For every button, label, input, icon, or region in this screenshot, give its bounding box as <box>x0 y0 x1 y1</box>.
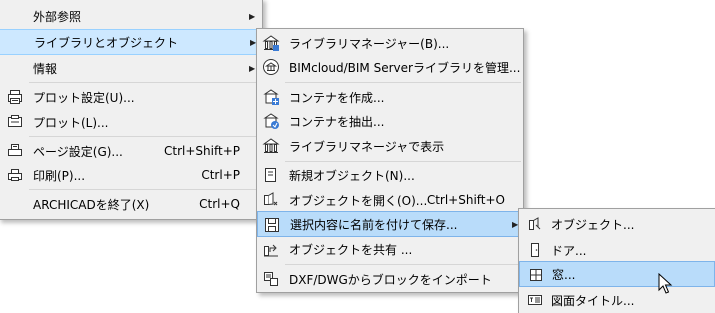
submenu-arrow-icon: ▶ <box>249 11 256 21</box>
open-object-icon <box>262 191 280 209</box>
menu-item-save-as-object[interactable]: オブジェクト... <box>519 211 715 237</box>
menu-item-shortcut: Ctrl+Q <box>199 197 240 211</box>
menu-item-label: オブジェクトを開く(O)... <box>289 193 428 208</box>
save-as-submenu: オブジェクト... ドア... 窓... 図面タイトル... <box>518 208 715 313</box>
menu-item-info[interactable]: 情報 ▶ <box>0 55 262 81</box>
drawing-title-icon <box>526 291 544 309</box>
main-dropdown-menu: 外部参照 ▶ ライブラリとオブジェクト ▶ 情報 ▶ プロット設定(U)... … <box>0 0 263 220</box>
page-setup-icon <box>6 142 24 160</box>
menu-separator <box>29 82 258 83</box>
menu-item-shortcut: Ctrl+Shift+O <box>426 193 505 207</box>
menu-item-quit[interactable]: ARCHICADを終了(X) Ctrl+Q <box>0 191 262 217</box>
menu-item-label: 外部参照 <box>33 9 82 24</box>
menu-item-page-setup[interactable]: ページ設定(G)... Ctrl+Shift+P <box>0 138 262 164</box>
menu-separator <box>285 82 521 83</box>
menu-item-save-as-drawing-title[interactable]: 図面タイトル... <box>519 287 715 313</box>
menu-item-label: プロット(L)... <box>33 115 109 130</box>
submenu-arrow-icon: ▶ <box>249 63 256 73</box>
menu-item-label: 新規オブジェクト(N)... <box>289 168 415 183</box>
menu-item-print[interactable]: 印刷(P)... Ctrl+P <box>0 162 262 188</box>
menu-separator <box>29 189 258 190</box>
menu-item-plot[interactable]: プロット(L)... <box>0 109 262 135</box>
new-object-icon <box>262 166 280 184</box>
printer-icon <box>6 166 24 184</box>
menu-item-save-selection-as[interactable]: 選択内容に名前を付けて保存... ▶ <box>257 211 523 237</box>
bimcloud-library-icon <box>262 58 280 76</box>
menu-item-library-manager[interactable]: ライブラリマネージャー(B)... <box>257 30 523 56</box>
menu-item-external-reference[interactable]: 外部参照 ▶ <box>0 3 262 29</box>
import-block-icon <box>262 270 280 288</box>
door-icon <box>526 241 544 259</box>
menu-item-save-as-window[interactable]: 窓... <box>519 261 715 287</box>
show-in-library-manager-icon <box>262 137 280 155</box>
menu-separator <box>285 264 521 265</box>
menu-item-label: DXF/DWGからブロックをインポート <box>289 272 492 287</box>
library-manager-icon <box>262 34 280 52</box>
menu-item-shortcut: Ctrl+Shift+P <box>164 144 240 158</box>
menu-item-label: コンテナを抽出... <box>289 114 385 129</box>
menu-item-label: ARCHICADを終了(X) <box>33 197 150 212</box>
plot-setup-icon <box>6 88 24 106</box>
window-icon <box>527 266 545 284</box>
menu-item-label: オブジェクトを共有 ... <box>289 242 413 257</box>
menu-item-label: 図面タイトル... <box>551 293 635 308</box>
menu-item-label: BIMcloud/BIM Serverライブラリを管理... <box>289 60 521 75</box>
library-submenu: ライブラリマネージャー(B)... BIMcloud/BIM Serverライブ… <box>256 28 524 293</box>
menu-item-label: 選択内容に名前を付けて保存... <box>290 217 458 232</box>
object-icon <box>526 215 544 233</box>
menu-item-plot-setup[interactable]: プロット設定(U)... <box>0 84 262 110</box>
menu-item-import-block[interactable]: DXF/DWGからブロックをインポート <box>257 266 523 292</box>
menu-item-save-as-door[interactable]: ドア... <box>519 237 715 263</box>
menu-item-label: 窓... <box>552 267 576 282</box>
save-as-icon <box>263 216 281 234</box>
menu-item-label: オブジェクト... <box>551 217 635 232</box>
menu-item-share-object[interactable]: オブジェクトを共有 ... <box>257 236 523 262</box>
menu-item-new-object[interactable]: 新規オブジェクト(N)... <box>257 162 523 188</box>
menu-separator <box>29 136 258 137</box>
menu-item-label: ページ設定(G)... <box>33 144 123 159</box>
menu-item-label: コンテナを作成... <box>289 90 385 105</box>
menu-item-open-object[interactable]: オブジェクトを開く(O)... Ctrl+Shift+O <box>257 187 523 213</box>
menu-item-label: ライブラリマネージャー(B)... <box>289 36 450 51</box>
menu-item-create-container[interactable]: コンテナを作成... <box>257 84 523 110</box>
menu-item-label: ライブラリとオブジェクト <box>34 35 179 50</box>
create-container-icon <box>262 88 280 106</box>
menu-item-library-and-objects[interactable]: ライブラリとオブジェクト ▶ <box>0 29 262 55</box>
share-object-icon <box>262 240 280 258</box>
menu-item-bimcloud-library[interactable]: BIMcloud/BIM Serverライブラリを管理... <box>257 54 523 80</box>
menu-item-label: 情報 <box>33 61 58 76</box>
plotter-icon <box>6 113 24 131</box>
menu-item-label: プロット設定(U)... <box>33 90 135 105</box>
menu-item-shortcut: Ctrl+P <box>201 168 240 182</box>
menu-item-label: ドア... <box>551 243 587 258</box>
menu-item-show-in-library-manager[interactable]: ライブラリマネージャで表示 <box>257 133 523 159</box>
menu-item-label: 印刷(P)... <box>33 168 86 183</box>
menu-item-label: ライブラリマネージャで表示 <box>289 139 445 154</box>
mouse-cursor-icon <box>658 273 674 295</box>
menu-item-extract-container[interactable]: コンテナを抽出... <box>257 108 523 134</box>
extract-container-icon <box>262 112 280 130</box>
